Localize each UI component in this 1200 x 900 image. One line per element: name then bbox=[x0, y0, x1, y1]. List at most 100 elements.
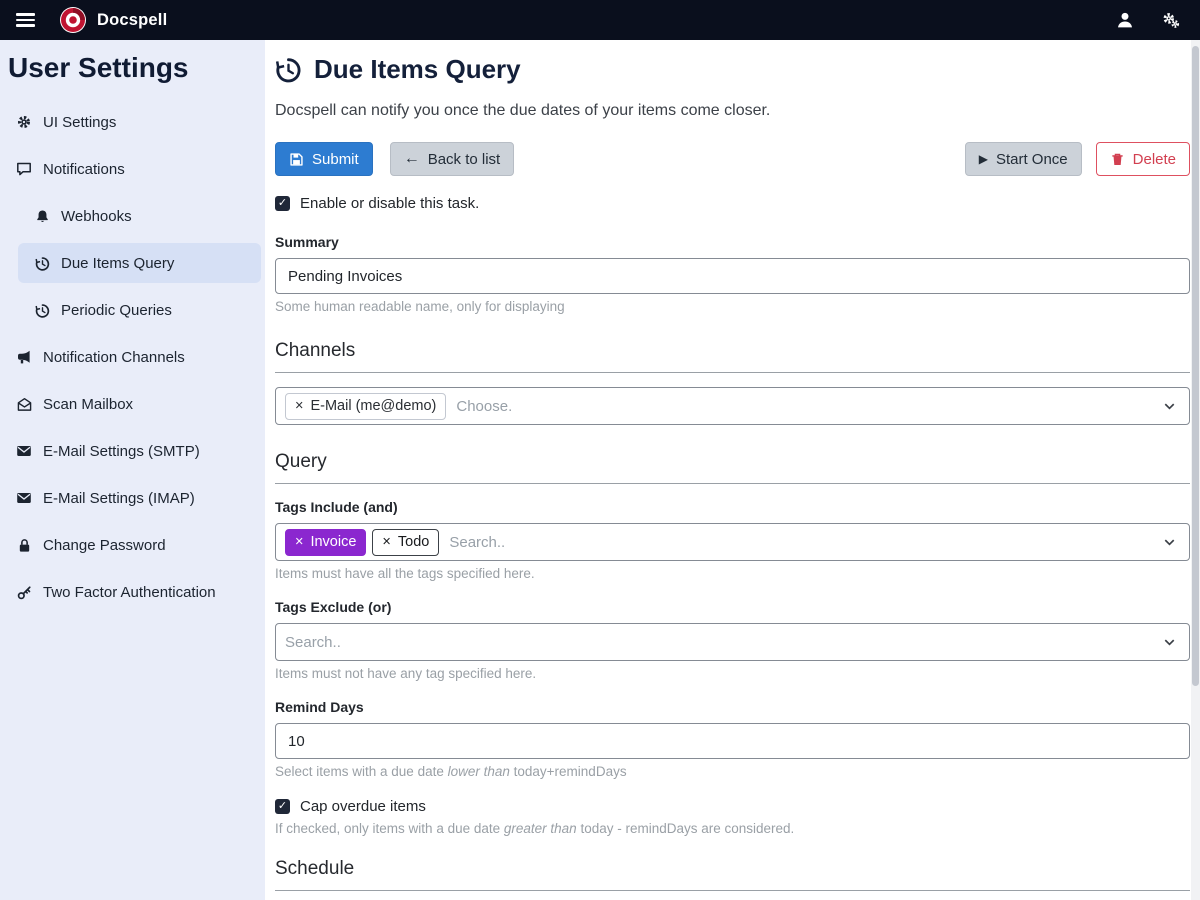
chevron-down-icon bbox=[1162, 635, 1177, 650]
sidebar-item-label: Change Password bbox=[43, 537, 166, 554]
tags-include-help: Items must have all the tags specified h… bbox=[275, 566, 1190, 581]
sidebar-item-email-smtp[interactable]: E-Mail Settings (SMTP) bbox=[0, 431, 265, 471]
sidebar-item-two-factor[interactable]: Two Factor Authentication bbox=[0, 572, 265, 612]
back-to-list-label: Back to list bbox=[428, 151, 501, 168]
envelope-open-icon bbox=[14, 396, 34, 412]
tags-include-label: Tags Include (and) bbox=[275, 499, 1190, 515]
arrow-left-icon: ← bbox=[404, 151, 420, 167]
channels-select[interactable]: × E-Mail (me@demo) Choose. bbox=[275, 387, 1190, 425]
schedule-section-heading: Schedule bbox=[275, 858, 1190, 891]
enable-task-label: Enable or disable this task. bbox=[300, 195, 479, 212]
sidebar-item-label: Scan Mailbox bbox=[43, 396, 133, 413]
checkbox-checked-icon: ✓ bbox=[275, 196, 290, 211]
bullhorn-icon bbox=[14, 349, 34, 365]
sidebar-item-label: E-Mail Settings (SMTP) bbox=[43, 443, 200, 460]
sidebar-item-ui-settings[interactable]: UI Settings bbox=[0, 102, 265, 142]
checkbox-checked-icon: ✓ bbox=[275, 799, 290, 814]
tags-exclude-label: Tags Exclude (or) bbox=[275, 599, 1190, 615]
page-intro: Docspell can notify you once the due dat… bbox=[275, 102, 1190, 120]
envelope-icon bbox=[14, 490, 34, 506]
bell-icon bbox=[32, 208, 52, 224]
sidebar-item-email-imap[interactable]: E-Mail Settings (IMAP) bbox=[0, 478, 265, 518]
tags-exclude-select[interactable]: Search.. bbox=[275, 623, 1190, 661]
menu-icon[interactable] bbox=[16, 13, 35, 27]
remind-days-input[interactable] bbox=[275, 723, 1190, 759]
play-icon: ▶ bbox=[979, 153, 988, 165]
sidebar-item-scan-mailbox[interactable]: Scan Mailbox bbox=[0, 384, 265, 424]
sidebar: User Settings UI Settings Notifications bbox=[0, 40, 265, 900]
sidebar-item-notification-channels[interactable]: Notification Channels bbox=[0, 337, 265, 377]
scrollbar bbox=[1191, 40, 1200, 900]
chevron-down-icon bbox=[1162, 399, 1177, 414]
delete-button[interactable]: Delete bbox=[1096, 142, 1190, 176]
delete-label: Delete bbox=[1133, 151, 1176, 168]
close-icon[interactable]: × bbox=[295, 535, 303, 550]
comment-icon bbox=[14, 161, 34, 177]
sidebar-item-periodic-queries[interactable]: Periodic Queries bbox=[0, 290, 265, 330]
sidebar-item-webhooks[interactable]: Webhooks bbox=[0, 196, 265, 236]
page-title-text: Due Items Query bbox=[314, 54, 521, 85]
envelope-icon bbox=[14, 443, 34, 459]
sidebar-item-label: Notification Channels bbox=[43, 349, 185, 366]
key-icon bbox=[14, 584, 34, 600]
channel-chip-label: E-Mail (me@demo) bbox=[310, 398, 436, 414]
history-icon bbox=[275, 56, 302, 83]
tag-chip-label: Todo bbox=[398, 534, 429, 550]
channel-chip[interactable]: × E-Mail (me@demo) bbox=[285, 393, 446, 420]
gear-icon bbox=[14, 114, 34, 130]
sidebar-item-notifications[interactable]: Notifications bbox=[0, 149, 265, 189]
topbar: Docspell bbox=[0, 0, 1200, 40]
page-title: Due Items Query bbox=[275, 54, 1190, 85]
cap-overdue-help: If checked, only items with a due date g… bbox=[275, 821, 1190, 836]
sidebar-title: User Settings bbox=[0, 40, 265, 90]
cap-overdue-checkbox[interactable]: ✓ Cap overdue items bbox=[275, 798, 1190, 815]
sidebar-item-label: Periodic Queries bbox=[61, 302, 172, 319]
scrollbar-thumb[interactable] bbox=[1192, 46, 1199, 686]
user-icon[interactable] bbox=[1116, 11, 1134, 29]
summary-help: Some human readable name, only for displ… bbox=[275, 299, 1190, 314]
sidebar-item-label: E-Mail Settings (IMAP) bbox=[43, 490, 195, 507]
sidebar-item-label: Due Items Query bbox=[61, 255, 174, 272]
query-section-heading: Query bbox=[275, 451, 1190, 484]
start-once-button[interactable]: ▶ Start Once bbox=[965, 142, 1082, 176]
channels-section-heading: Channels bbox=[275, 340, 1190, 373]
docspell-logo[interactable] bbox=[59, 6, 87, 34]
enable-task-checkbox[interactable]: ✓ Enable or disable this task. bbox=[275, 195, 1190, 212]
sidebar-item-change-password[interactable]: Change Password bbox=[0, 525, 265, 565]
remind-days-help: Select items with a due date lower than … bbox=[275, 764, 1190, 779]
cogs-icon[interactable] bbox=[1162, 11, 1180, 29]
tags-include-select[interactable]: × Invoice × Todo Search.. bbox=[275, 523, 1190, 561]
save-icon bbox=[289, 152, 304, 167]
sidebar-item-label: UI Settings bbox=[43, 114, 116, 131]
trash-icon bbox=[1110, 152, 1125, 167]
summary-label: Summary bbox=[275, 234, 1190, 250]
sidebar-item-due-items-query[interactable]: Due Items Query bbox=[18, 243, 261, 283]
sidebar-item-label: Notifications bbox=[43, 161, 125, 178]
submit-button[interactable]: Submit bbox=[275, 142, 373, 176]
app-name: Docspell bbox=[97, 11, 167, 30]
action-bar: Submit ← Back to list ▶ Start Once bbox=[275, 142, 1190, 176]
user-lock-icon bbox=[14, 537, 34, 553]
history-icon bbox=[32, 302, 52, 318]
tags-include-placeholder: Search.. bbox=[449, 534, 505, 551]
tags-exclude-help: Items must not have any tag specified he… bbox=[275, 666, 1190, 681]
summary-input[interactable] bbox=[275, 258, 1190, 294]
sidebar-item-label: Webhooks bbox=[61, 208, 132, 225]
sidebar-item-label: Two Factor Authentication bbox=[43, 584, 216, 601]
history-icon bbox=[32, 255, 52, 271]
back-to-list-button[interactable]: ← Back to list bbox=[390, 142, 515, 176]
submit-label: Submit bbox=[312, 151, 359, 168]
tag-chip-invoice[interactable]: × Invoice bbox=[285, 529, 366, 556]
tags-exclude-placeholder: Search.. bbox=[285, 634, 341, 651]
main-content: Due Items Query Docspell can notify you … bbox=[265, 40, 1200, 900]
sidebar-nav: UI Settings Notifications Webhooks bbox=[0, 102, 265, 612]
cap-overdue-label: Cap overdue items bbox=[300, 798, 426, 815]
chevron-down-icon bbox=[1162, 535, 1177, 550]
close-icon[interactable]: × bbox=[382, 535, 390, 550]
tag-chip-todo[interactable]: × Todo bbox=[372, 529, 439, 556]
tag-chip-label: Invoice bbox=[310, 534, 356, 550]
channels-placeholder: Choose. bbox=[456, 398, 512, 415]
start-once-label: Start Once bbox=[996, 151, 1068, 168]
remind-days-label: Remind Days bbox=[275, 699, 1190, 715]
close-icon[interactable]: × bbox=[295, 399, 303, 414]
